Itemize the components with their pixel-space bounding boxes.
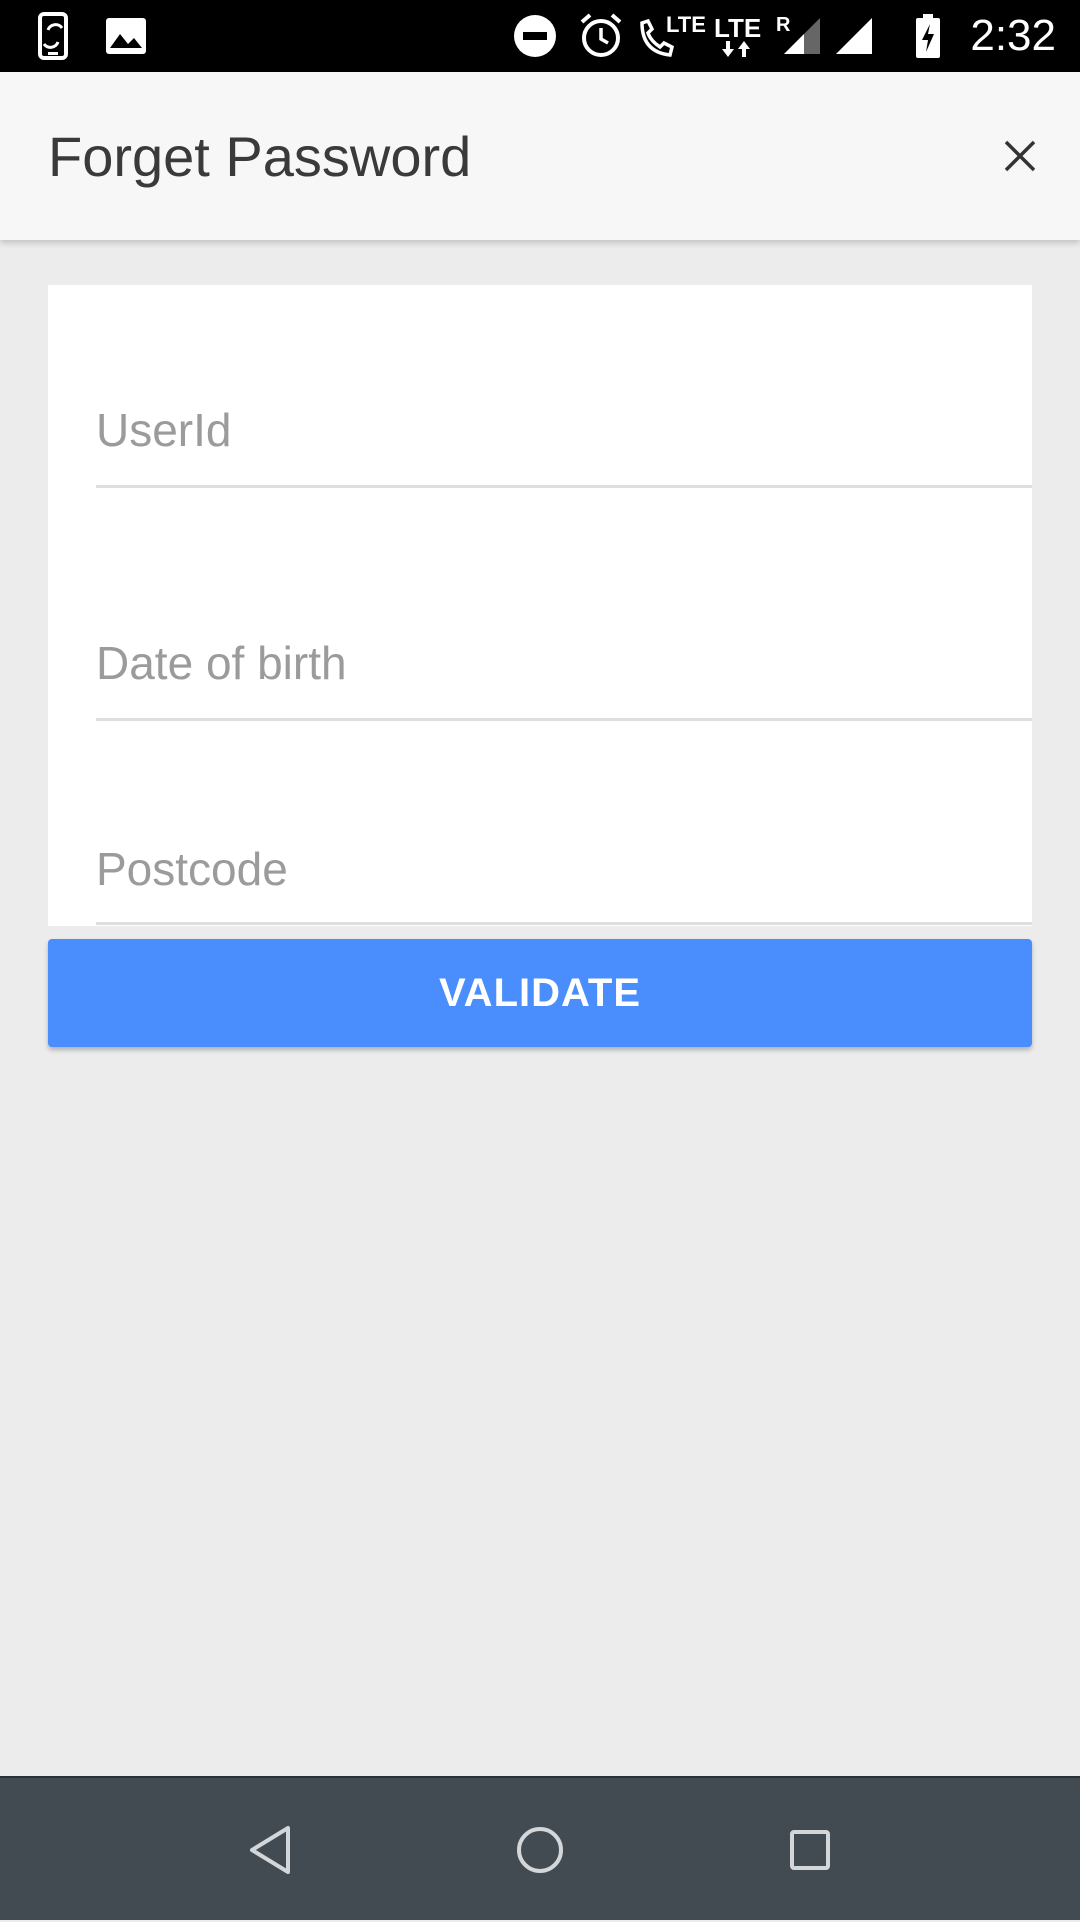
userid-field (96, 285, 1032, 488)
validate-button[interactable]: VALIDATE (48, 939, 1032, 1047)
screen-rotate-icon (36, 0, 76, 72)
volte-call-icon: LTE (636, 0, 706, 72)
app-header: Forget Password (0, 72, 1080, 240)
home-button[interactable] (470, 1778, 610, 1922)
userid-input[interactable] (96, 403, 1032, 457)
signal-icon (834, 0, 874, 72)
status-bar: LTE LTE R 2:32 (0, 0, 1080, 72)
signal-roaming-icon: R (774, 0, 824, 72)
postcode-field (96, 721, 1032, 925)
back-button[interactable] (200, 1778, 340, 1922)
dob-field (96, 488, 1032, 721)
alarm-icon (578, 0, 624, 72)
do-not-disturb-icon (512, 0, 558, 72)
page-title: Forget Password (48, 124, 472, 188)
status-time: 2:32 (970, 11, 1056, 60)
close-button[interactable] (978, 114, 1062, 198)
roaming-label: R (776, 14, 791, 36)
back-icon (250, 1826, 290, 1874)
form-card (48, 285, 1032, 926)
navigation-bar (0, 1776, 1080, 1920)
dob-input[interactable] (96, 636, 1032, 690)
postcode-input[interactable] (96, 842, 1032, 896)
lte-label: LTE (666, 12, 706, 37)
lte-data-icon: LTE (714, 0, 761, 72)
recents-button[interactable] (740, 1778, 880, 1922)
battery-charging-icon (914, 0, 942, 72)
image-icon (104, 0, 148, 72)
recents-icon (790, 1830, 830, 1870)
lte-data-label: LTE (714, 13, 762, 43)
close-icon (1004, 140, 1036, 172)
home-icon (517, 1827, 563, 1873)
